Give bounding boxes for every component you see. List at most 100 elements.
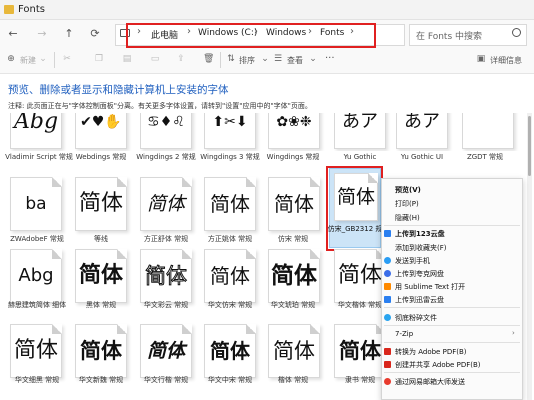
font-tile[interactable]: 简体 bbox=[204, 249, 262, 305]
font-label: 华文新魏 常规 bbox=[78, 376, 124, 384]
menu-item-preview[interactable]: 预览(V) bbox=[395, 185, 421, 195]
font-tile[interactable] bbox=[462, 113, 520, 151]
font-label: Yu Gothic UI bbox=[400, 153, 444, 161]
cloud-icon bbox=[384, 230, 391, 237]
shred-icon bbox=[384, 314, 391, 321]
search-placeholder: 在 Fonts 中搜索 bbox=[416, 32, 483, 42]
menu-item-upload-123[interactable]: 上传到123云盘 bbox=[395, 229, 445, 239]
font-sample: 简体 bbox=[145, 264, 188, 289]
font-label: 华文彩云 常规 bbox=[143, 301, 189, 309]
up-icon[interactable]: ↑ bbox=[62, 27, 76, 41]
pdf-icon bbox=[384, 361, 391, 368]
menu-item-send-phone[interactable]: 发送到手机 bbox=[395, 256, 430, 266]
font-sample: ✔♥✋ bbox=[80, 114, 122, 130]
font-tile[interactable]: ♋♦♌ bbox=[140, 113, 198, 151]
font-tile[interactable]: ⬆✂⬇ bbox=[204, 113, 262, 151]
quark-icon bbox=[384, 270, 391, 277]
font-sample bbox=[462, 113, 514, 149]
font-tile[interactable]: 简体 bbox=[140, 177, 198, 233]
search-icon bbox=[512, 28, 521, 37]
forward-icon[interactable]: → bbox=[35, 27, 49, 41]
rename-icon[interactable]: ▭ bbox=[150, 54, 160, 64]
menu-item-convert-pdf[interactable]: 转换为 Adobe PDF(B) bbox=[395, 347, 467, 357]
page-title: 预览、删除或者显示和隐藏计算机上安装的字体 bbox=[8, 84, 229, 96]
menu-item-send-mail[interactable]: 通过网易邮箱大师发送 bbox=[395, 377, 465, 387]
font-tile[interactable]: 简体 bbox=[204, 324, 262, 380]
chevron-down-icon: ⌄ bbox=[309, 54, 317, 64]
font-label: ZWAdobeF 常规 bbox=[10, 235, 64, 243]
chevron-right-icon: › bbox=[512, 329, 515, 337]
font-tile[interactable]: Abg bbox=[10, 113, 68, 151]
selection-highlight-box bbox=[326, 166, 383, 251]
font-tile[interactable]: 简体 bbox=[75, 177, 133, 233]
menu-divider bbox=[384, 342, 520, 343]
font-label: 华文中宋 常规 bbox=[207, 376, 253, 384]
menu-item-sublime[interactable]: 用 Sublime Text 打开 bbox=[395, 282, 465, 292]
menu-item-upload-quark[interactable]: 上传到夸克网盘 bbox=[395, 269, 444, 279]
font-sample: 简体 bbox=[146, 193, 185, 215]
font-label: 华文仿宋 常规 bbox=[207, 301, 253, 309]
font-sample: 简体 bbox=[273, 339, 315, 363]
sort-button[interactable]: 排序 bbox=[239, 55, 255, 66]
font-tile[interactable]: 简体 bbox=[268, 324, 326, 380]
copy-icon[interactable]: ❐ bbox=[94, 54, 104, 64]
font-sample: ba bbox=[25, 194, 47, 214]
cut-icon[interactable]: ✂ bbox=[62, 54, 72, 64]
font-tile[interactable]: 简体 bbox=[75, 249, 133, 305]
menu-item-share-pdf[interactable]: 创建并共享 Adobe PDF(B) bbox=[395, 360, 481, 370]
font-label: 华文琥珀 常规 bbox=[270, 301, 316, 309]
menu-divider bbox=[384, 372, 520, 373]
back-icon[interactable]: ← bbox=[6, 27, 20, 41]
menu-item-print[interactable]: 打印(P) bbox=[395, 199, 419, 209]
chevron-down-icon: ⌄ bbox=[39, 54, 47, 64]
toolbar-divider bbox=[220, 52, 221, 68]
share-icon[interactable]: ⇪ bbox=[176, 54, 186, 64]
font-sample: Abg bbox=[13, 113, 59, 134]
font-sample: ⬆✂⬇ bbox=[212, 114, 248, 130]
refresh-icon[interactable]: ⟳ bbox=[88, 27, 102, 41]
menu-item-upload-thunder[interactable]: 上传到迅雷云盘 bbox=[395, 295, 444, 305]
paste-icon[interactable]: ▤ bbox=[122, 54, 132, 64]
details-button[interactable]: 详细信息 bbox=[490, 55, 522, 66]
font-tile[interactable]: ba bbox=[10, 177, 68, 233]
font-tile[interactable]: 简体 bbox=[268, 249, 326, 305]
folder-icon bbox=[4, 5, 14, 14]
font-sample: 简体 bbox=[210, 192, 250, 216]
font-tile[interactable]: 简体 bbox=[10, 324, 68, 380]
menu-item-shred[interactable]: 彻底粉碎文件 bbox=[395, 313, 437, 323]
font-sample: ♋♦♌ bbox=[147, 114, 185, 130]
pdf-icon bbox=[384, 348, 391, 355]
menu-item-hide[interactable]: 隐藏(H) bbox=[395, 213, 420, 223]
font-tile[interactable]: ✔♥✋ bbox=[75, 113, 133, 151]
font-sample: 简体 bbox=[80, 339, 122, 363]
delete-icon[interactable]: 🗑 bbox=[203, 54, 214, 64]
font-label: Wingdings 2 常规 bbox=[136, 153, 196, 161]
font-tile[interactable]: 简体 bbox=[268, 177, 326, 233]
font-label: 方正舒体 常规 bbox=[143, 235, 189, 243]
font-tile[interactable]: 简体 bbox=[140, 249, 198, 305]
font-sample: 简体 bbox=[271, 263, 317, 289]
font-tile[interactable]: 简体 bbox=[140, 324, 198, 380]
font-tile[interactable]: Abg bbox=[10, 249, 68, 305]
title-bar bbox=[0, 0, 534, 20]
menu-item-add-favorites[interactable]: 添加到收藏夹(F) bbox=[395, 243, 447, 253]
menu-item-7zip[interactable]: 7-Zip bbox=[395, 330, 413, 338]
thunder-icon bbox=[384, 296, 391, 303]
scrollbar-thumb[interactable] bbox=[528, 116, 531, 176]
more-options-button[interactable]: ··· bbox=[325, 53, 335, 64]
font-label: ZGDT 常规 bbox=[466, 153, 504, 161]
menu-divider bbox=[384, 325, 520, 326]
font-sample: 简体 bbox=[339, 338, 381, 363]
font-label: Vladimir Script 常规 bbox=[5, 153, 73, 161]
font-label: 华文行楷 常规 bbox=[143, 376, 189, 384]
menu-divider bbox=[384, 225, 520, 226]
font-sample: 简体 bbox=[13, 338, 58, 363]
new-button[interactable]: 新建 bbox=[20, 55, 36, 66]
font-tile[interactable]: ✿❀❉ bbox=[268, 113, 326, 151]
font-tile[interactable]: 简体 bbox=[75, 324, 133, 380]
view-button[interactable]: 查看 bbox=[287, 55, 303, 66]
mail-icon bbox=[384, 378, 391, 385]
font-tile[interactable]: 简体 bbox=[204, 177, 262, 233]
font-tile[interactable]: あア bbox=[334, 113, 392, 151]
font-tile[interactable]: あア bbox=[396, 113, 454, 151]
